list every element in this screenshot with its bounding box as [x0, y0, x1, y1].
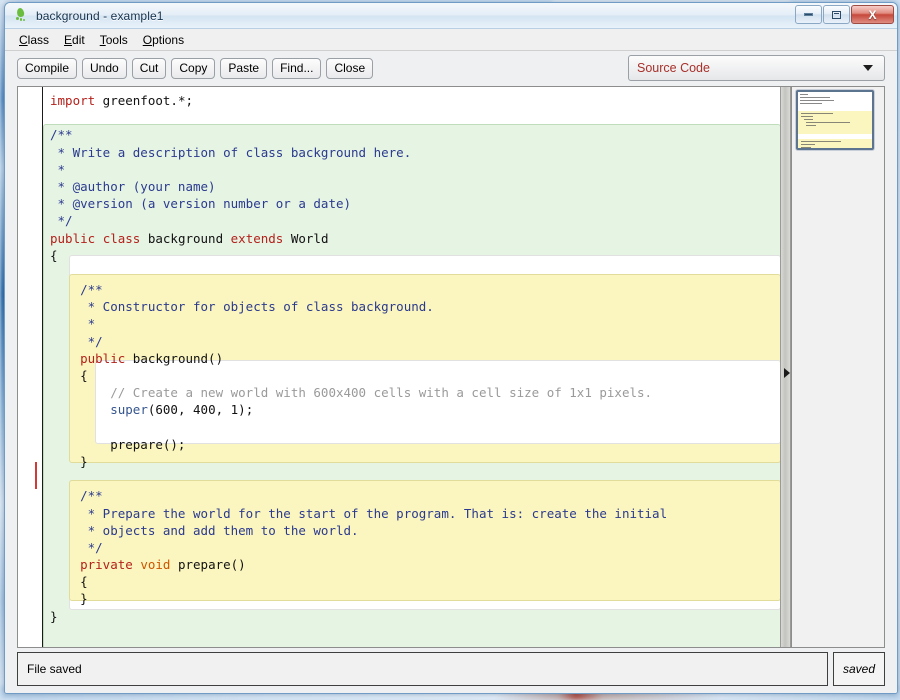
code-line: }	[50, 453, 88, 469]
chevron-down-icon	[863, 65, 873, 71]
statusbar: File saved saved	[5, 648, 897, 693]
menu-edit[interactable]: Edit	[57, 31, 93, 49]
minimize-button[interactable]	[795, 5, 822, 24]
code-line: */	[50, 333, 103, 349]
code-line: *	[50, 316, 103, 332]
minimap-text-line	[800, 103, 822, 104]
minimap-text-line	[801, 116, 813, 117]
code-line: // Create a new world with 600x400 cells…	[50, 385, 653, 401]
paste-button[interactable]: Paste	[220, 57, 268, 80]
code-line: *	[50, 161, 73, 177]
window-titlebar: background - example1 X	[5, 3, 897, 29]
code-line: /**	[50, 488, 103, 504]
toolbar: Compile Undo Cut Copy Paste Find... Clos…	[5, 51, 897, 86]
code-line: */	[50, 213, 73, 229]
menubar: Class Edit Tools Options	[5, 29, 897, 51]
minimap-band	[798, 93, 872, 111]
code-line: private void prepare()	[80, 557, 246, 573]
changed-line-marker	[35, 462, 37, 489]
code-line: */	[50, 539, 103, 555]
undo-button[interactable]: Undo	[82, 57, 127, 80]
code-line: import greenfoot.*;	[50, 93, 193, 108]
code-line: prepare();	[50, 436, 186, 452]
code-line: * Constructor for objects of class backg…	[50, 299, 434, 315]
code-line: * Prepare the world for the start of the…	[50, 505, 668, 521]
menu-class-mnemonic: C	[19, 32, 28, 47]
view-mode-select[interactable]: Source Code	[628, 55, 885, 81]
close-window-button[interactable]: X	[851, 5, 894, 24]
code-line: * objects and add them to the world.	[50, 522, 359, 538]
minimap-text-line	[800, 100, 834, 101]
minimap-text-line	[804, 119, 813, 120]
status-message: File saved	[17, 652, 828, 686]
maximize-icon	[832, 10, 841, 19]
chevron-right-icon	[784, 368, 790, 378]
menu-options-label: ptions	[152, 32, 185, 47]
code-line: * Write a description of class backgroun…	[50, 144, 412, 160]
minimap-text-line	[801, 141, 841, 142]
minimap-text-line	[801, 147, 811, 148]
code-line: public class background extends World	[50, 230, 329, 246]
code-line: /**	[50, 127, 73, 143]
minimap-text-line	[801, 144, 815, 145]
editor-side-panel	[792, 86, 885, 648]
code-text-area[interactable]: import greenfoot.*; /** * Write a descri…	[43, 87, 780, 647]
minimap-text-line	[800, 94, 808, 95]
maximize-button[interactable]	[823, 5, 850, 24]
menu-edit-mnemonic: E	[64, 32, 73, 47]
menu-tools-label: ools	[105, 32, 128, 47]
code-line: super(600, 400, 1);	[110, 402, 254, 418]
view-mode-selected-label: Source Code	[637, 61, 710, 75]
code-line: * @author (your name)	[50, 178, 216, 194]
code-line: {	[50, 368, 88, 383]
editor-body: import greenfoot.*; /** * Write a descri…	[5, 86, 897, 648]
window-controls: X	[795, 5, 894, 24]
editor-gutter[interactable]	[18, 87, 43, 647]
code-line: public background()	[80, 350, 224, 366]
menu-class[interactable]: Class	[12, 31, 57, 49]
compile-button[interactable]: Compile	[17, 57, 78, 80]
code-line: {	[50, 247, 58, 263]
cut-button[interactable]: Cut	[131, 57, 167, 80]
editor-splitter-handle[interactable]	[780, 87, 791, 647]
minimap-text-line	[806, 122, 850, 123]
editor-window: background - example1 X Class Edit Tools…	[4, 2, 898, 694]
find-button[interactable]: Find...	[272, 57, 322, 80]
menu-options-mnemonic: O	[142, 32, 153, 47]
menu-tools[interactable]: Tools	[93, 31, 136, 49]
close-editor-button[interactable]: Close	[326, 57, 374, 80]
close-icon: X	[868, 7, 877, 22]
menu-edit-label: dit	[72, 32, 85, 47]
code-line: }	[50, 608, 58, 624]
copy-button[interactable]: Copy	[171, 57, 216, 80]
code-line: }	[50, 591, 88, 607]
code-line: {	[50, 574, 88, 590]
source-editor: import greenfoot.*; /** * Write a descri…	[17, 86, 792, 648]
greenfoot-footprint-icon	[12, 6, 30, 25]
menu-options[interactable]: Options	[136, 31, 192, 49]
window-title: background - example1	[36, 8, 164, 23]
minimap-text-line	[806, 125, 816, 126]
code-line: /**	[50, 282, 103, 298]
code-line: * @version (a version number or a date)	[50, 196, 352, 212]
menu-class-label: lass	[27, 32, 50, 47]
document-overview-minimap[interactable]	[796, 90, 874, 150]
minimize-icon	[804, 13, 813, 16]
minimap-text-line	[801, 113, 833, 114]
minimap-text-line	[800, 97, 830, 98]
save-state-indicator: saved	[833, 652, 885, 686]
